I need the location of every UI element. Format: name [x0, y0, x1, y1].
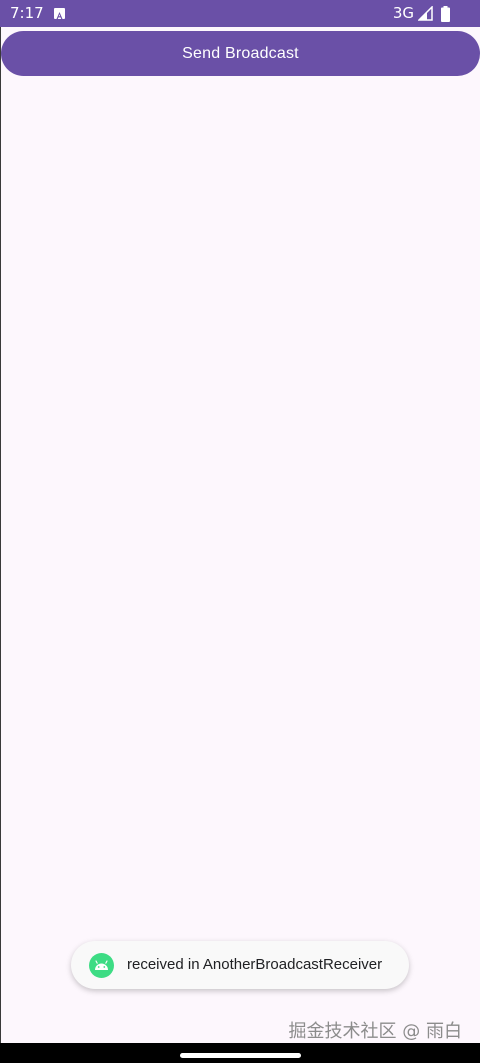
toast-text: received in AnotherBroadcastReceiver	[127, 956, 383, 973]
battery-icon	[441, 5, 450, 22]
signal-icon	[418, 6, 433, 21]
watermark: 掘金技术社区 @ 雨白	[288, 1021, 462, 1042]
network-type: 3G	[392, 4, 414, 22]
android-icon	[89, 953, 114, 978]
android-auto-icon	[54, 8, 65, 19]
navigation-bar	[0, 1043, 480, 1063]
toast-message: received in AnotherBroadcastReceiver	[71, 941, 409, 989]
status-time: 7:17	[10, 4, 44, 22]
window-edge	[0, 27, 1, 1043]
status-icons: 3G	[393, 4, 450, 23]
status-bar: 7:17 3G	[0, 0, 480, 27]
gesture-handle[interactable]	[180, 1053, 301, 1058]
send-broadcast-button[interactable]: Send Broadcast	[1, 31, 480, 76]
